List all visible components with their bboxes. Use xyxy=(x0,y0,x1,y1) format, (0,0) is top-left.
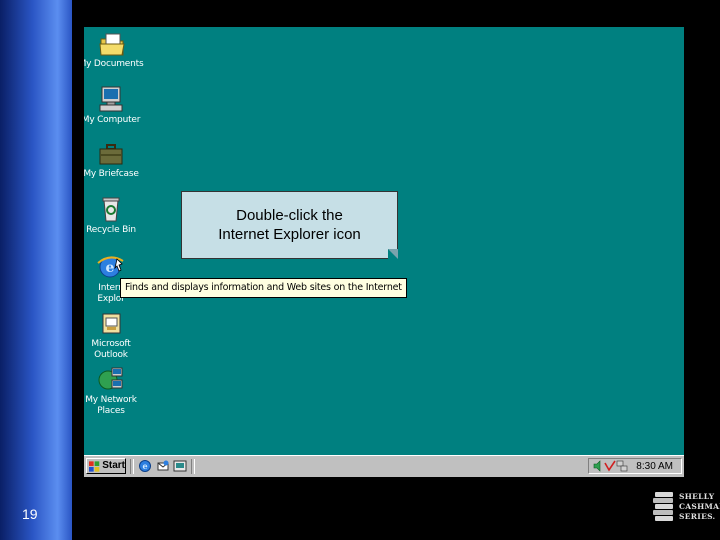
taskbar-separator xyxy=(191,459,195,474)
desktop-icon-my-network-places[interactable]: My Network Places xyxy=(84,365,146,417)
svg-text:e: e xyxy=(106,260,115,276)
desktop-icon-label: My Documents xyxy=(84,59,144,69)
internet-explorer-tooltip: Finds and displays information and Web s… xyxy=(120,278,407,298)
speaker-icon[interactable] xyxy=(592,460,604,472)
internet-explorer-icon[interactable]: e xyxy=(138,459,152,473)
desktop-icon-recycle-bin[interactable]: Recycle Bin xyxy=(84,195,146,236)
internet-explorer-icon: e xyxy=(97,256,124,278)
taskbar-clock[interactable]: 8:30 AM xyxy=(636,460,673,474)
desktop-icon-label: My Network Places xyxy=(85,395,137,416)
start-button[interactable]: Start xyxy=(86,458,126,474)
scheduler-icon[interactable] xyxy=(604,460,616,472)
desktop-screen: My Documents My Computer My Briefcase Re… xyxy=(84,27,684,477)
callout-page-fold xyxy=(388,249,398,259)
briefcase-icon xyxy=(99,144,123,165)
callout-line-2: Internet Explorer icon xyxy=(218,226,361,243)
callout-line-1: Double-click the xyxy=(236,207,343,224)
folder-documents-icon xyxy=(99,33,125,56)
publisher-logo-text: SHELLY CASHMAN SERIES. xyxy=(679,492,720,521)
desktop-icon-label: My Briefcase xyxy=(84,169,139,179)
network-icon[interactable] xyxy=(616,460,628,472)
svg-text:e: e xyxy=(142,461,147,471)
desktop-icon-my-computer[interactable]: My Computer xyxy=(84,85,146,126)
outlook-express-icon[interactable] xyxy=(156,459,170,473)
book-stack-logo-icon xyxy=(653,492,673,521)
desktop-icon-my-documents[interactable]: My Documents xyxy=(84,31,146,70)
windows-logo-icon xyxy=(89,460,100,472)
slide-side-bar xyxy=(0,0,72,540)
show-desktop-icon[interactable] xyxy=(173,459,187,473)
network-places-icon xyxy=(98,367,123,390)
desktop-icon-microsoft-outlook[interactable]: Microsoft Outlook xyxy=(84,311,146,361)
desktop-icon-my-briefcase[interactable]: My Briefcase xyxy=(84,141,146,180)
start-label: Start xyxy=(102,460,125,471)
instruction-callout: Double-click the Internet Explorer icon xyxy=(181,191,398,259)
taskbar: Start e 8:30 AM xyxy=(84,455,684,477)
desktop-icon-label: Recycle Bin xyxy=(86,225,136,235)
system-tray: 8:30 AM xyxy=(588,458,682,474)
outlook-icon xyxy=(102,313,121,334)
computer-icon xyxy=(99,86,123,112)
slide-number: 19 xyxy=(22,506,38,522)
taskbar-separator xyxy=(130,459,134,474)
desktop-icon-label: My Computer xyxy=(84,115,141,125)
desktop-icon-label: Microsoft Outlook xyxy=(91,339,131,360)
recycle-bin-icon xyxy=(102,197,120,222)
